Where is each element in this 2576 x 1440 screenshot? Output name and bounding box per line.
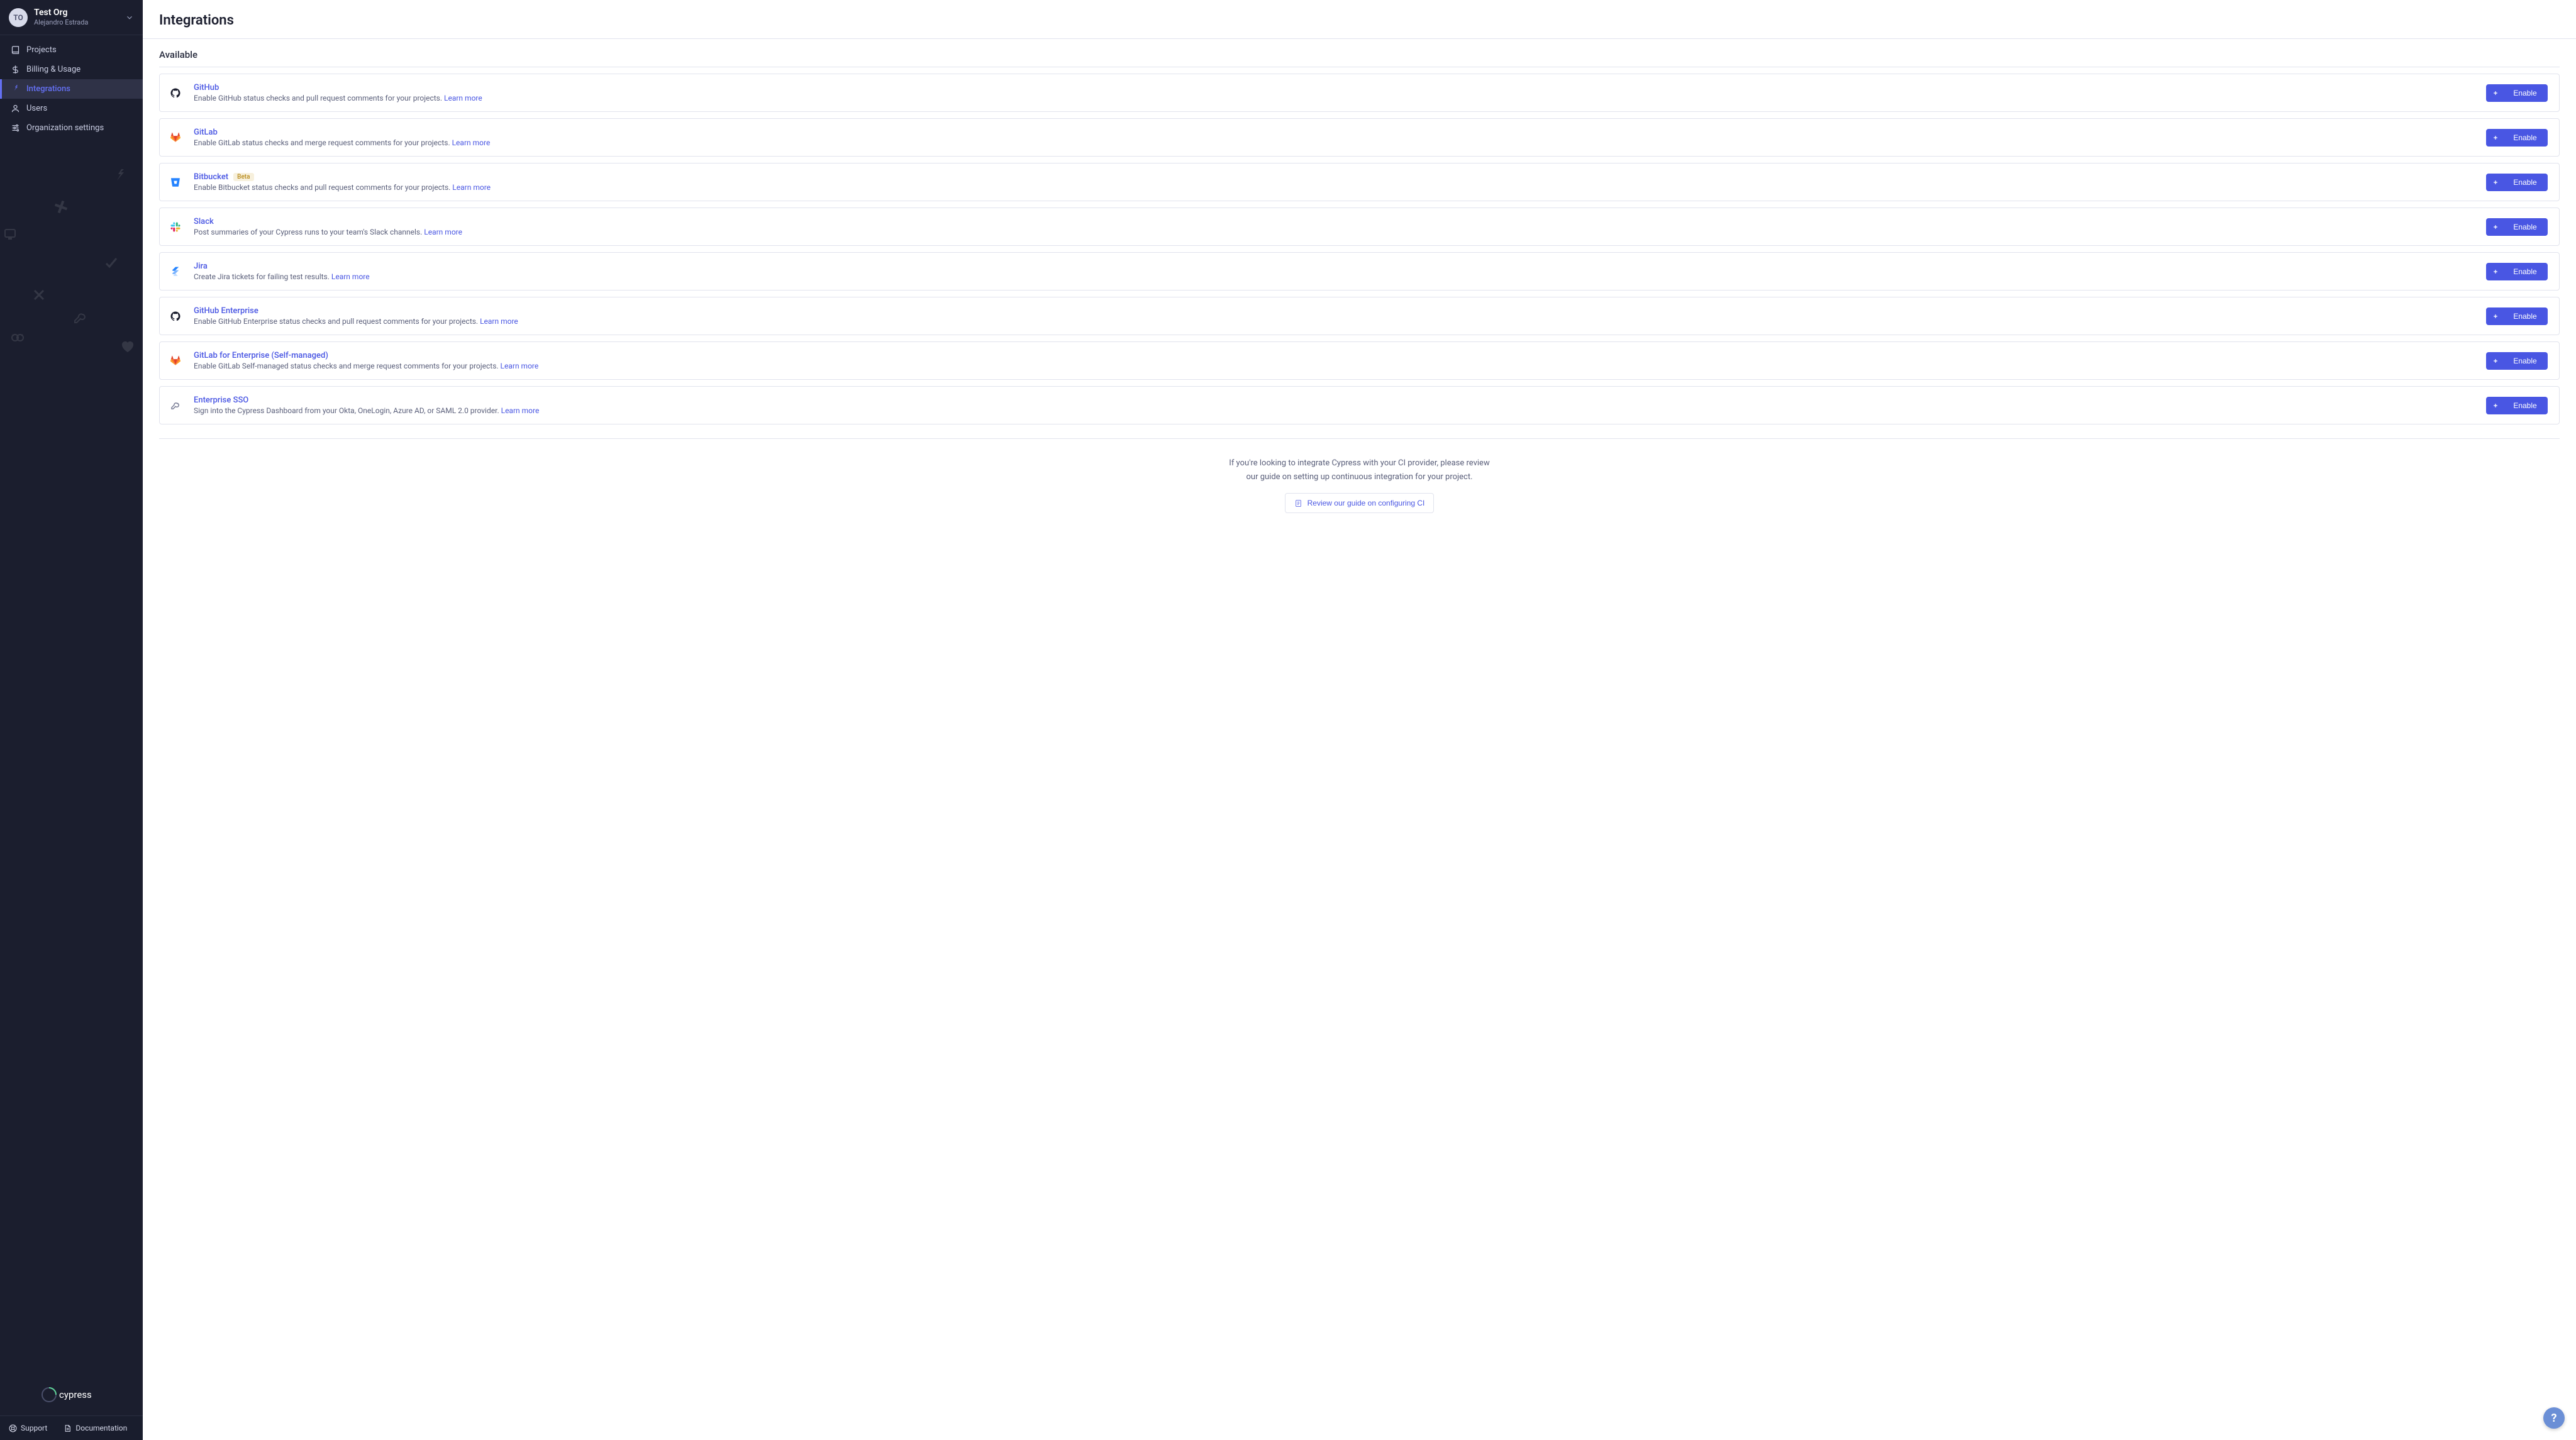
sidebar-bottom: Support Documentation <box>0 1415 143 1440</box>
guide-icon <box>1294 499 1302 507</box>
integration-title[interactable]: GitHub Enterprise <box>194 306 2486 316</box>
integration-desc: Enable GitLab Self-managed status checks… <box>194 362 2486 370</box>
sidebar-item-organization-settings[interactable]: Organization settings <box>0 118 143 138</box>
integration-card-github-enterprise: GitHub EnterpriseEnable GitHub Enterpris… <box>159 297 2560 335</box>
integration-title[interactable]: Slack <box>194 217 2486 226</box>
doc-icon <box>64 1424 72 1432</box>
learn-more-link[interactable]: Learn more <box>452 138 491 147</box>
integration-title[interactable]: GitHub <box>194 83 2486 92</box>
learn-more-link[interactable]: Learn more <box>501 406 540 415</box>
integration-title[interactable]: GitLab for Enterprise (Self-managed) <box>194 351 2486 360</box>
github-icon <box>166 307 185 326</box>
documentation-link[interactable]: Documentation <box>64 1424 127 1432</box>
org-name: Test Org <box>34 8 125 18</box>
integration-desc: Enable GitHub status checks and pull req… <box>194 94 2486 102</box>
enable-button[interactable]: Enable <box>2486 218 2548 236</box>
brand-logo: cypress <box>0 1385 143 1415</box>
sidebar-item-label: Billing & Usage <box>26 65 80 74</box>
enable-button[interactable]: Enable <box>2486 84 2548 102</box>
enable-button[interactable]: Enable <box>2486 174 2548 191</box>
user-name: Alejandro Estrada <box>34 18 125 27</box>
plus-icon <box>2492 179 2499 186</box>
integration-list: GitHub Enable GitHub status checks and pu… <box>159 67 2560 424</box>
github-icon <box>166 84 185 102</box>
integration-title[interactable]: GitLab <box>194 128 2486 137</box>
sidebar-item-billing-usage[interactable]: Billing & Usage <box>0 60 143 79</box>
page-title: Integrations <box>159 13 2560 28</box>
integration-desc: Enable GitLab status checks and merge re… <box>194 138 2486 147</box>
sidebar-item-users[interactable]: Users <box>0 99 143 118</box>
book-icon <box>11 45 20 55</box>
gitlab-icon <box>166 352 185 370</box>
learn-more-link[interactable]: Learn more <box>424 228 462 236</box>
enable-button[interactable]: Enable <box>2486 397 2548 414</box>
sidebar-item-label: Projects <box>26 45 57 55</box>
beta-badge: Beta <box>233 173 253 181</box>
sidebar-item-label: Users <box>26 104 47 113</box>
enable-button[interactable]: Enable <box>2486 129 2548 147</box>
learn-more-link[interactable]: Learn more <box>501 362 539 370</box>
gitlab-icon <box>166 128 185 147</box>
avatar: TO <box>9 8 28 27</box>
sidebar: TO Test Org Alejandro Estrada Projects Bi… <box>0 0 143 1440</box>
page-header: Integrations <box>143 0 2576 39</box>
integration-title[interactable]: Jira <box>194 262 2486 271</box>
enable-button[interactable]: Enable <box>2486 263 2548 280</box>
plus-icon <box>2492 269 2499 275</box>
plus-icon <box>2492 135 2499 141</box>
enable-button[interactable]: Enable <box>2486 307 2548 325</box>
learn-more-link[interactable]: Learn more <box>452 183 491 192</box>
sliders-icon <box>11 123 20 133</box>
user-icon <box>11 104 20 113</box>
plus-icon <box>2492 313 2499 319</box>
integration-desc: Enable Bitbucket status checks and pull … <box>194 183 2486 192</box>
integration-card-github: GitHub Enable GitHub status checks and pu… <box>159 74 2560 112</box>
support-link[interactable]: Support <box>9 1424 47 1432</box>
enable-button[interactable]: Enable <box>2486 352 2548 370</box>
plus-icon <box>2492 90 2499 96</box>
plus-icon <box>2492 402 2499 409</box>
plus-icon <box>2492 224 2499 230</box>
integration-card-sso: Enterprise SSOSign into the Cypress Dash… <box>159 386 2560 424</box>
key-icon <box>166 396 185 415</box>
org-switcher[interactable]: TO Test Org Alejandro Estrada <box>0 0 143 35</box>
plus-icon <box>2492 358 2499 364</box>
integration-card-gitlab: GitLabEnable GitLab status checks and me… <box>159 118 2560 157</box>
main-content: Integrations Available GitHubEnable GitH… <box>143 0 2576 1440</box>
ci-guide-button[interactable]: Review our guide on configuring CI <box>1285 493 1435 513</box>
sidebar-item-projects[interactable]: Projects <box>0 40 143 60</box>
integration-desc: Sign into the Cypress Dashboard from you… <box>194 406 2486 415</box>
learn-more-link[interactable]: Learn more <box>480 317 518 326</box>
integration-card-gitlab-enterprise: GitLab for Enterprise (Self-managed)Enab… <box>159 341 2560 380</box>
integration-title[interactable]: BitbucketBeta <box>194 172 2486 182</box>
integration-card-jira: JiraCreate Jira tickets for failing test… <box>159 252 2560 291</box>
learn-more-link[interactable]: Learn more <box>444 94 482 102</box>
lifebuoy-icon <box>9 1424 17 1432</box>
section-title: Available <box>159 49 2560 60</box>
sidebar-item-integrations[interactable]: Integrations <box>0 79 143 99</box>
integration-title[interactable]: Enterprise SSO <box>194 396 2486 405</box>
bitbucket-icon <box>166 173 185 192</box>
sidebar-nav: Projects Billing & Usage Integrations Users… <box>0 35 143 143</box>
slack-icon <box>166 218 185 236</box>
svg-text:cypress: cypress <box>59 1389 92 1400</box>
sidebar-item-label: Organization settings <box>26 123 104 133</box>
footer-note: If you're looking to integrate Cypress w… <box>159 438 2560 513</box>
dollar-icon <box>11 65 20 74</box>
integration-desc: Post summaries of your Cypress runs to y… <box>194 228 2486 236</box>
learn-more-link[interactable]: Learn more <box>331 272 370 281</box>
chevron-down-icon <box>125 13 134 22</box>
sidebar-item-label: Integrations <box>26 84 70 94</box>
help-fab[interactable]: ? <box>2543 1407 2565 1429</box>
integration-card-bitbucket: BitbucketBetaEnable Bitbucket status che… <box>159 163 2560 201</box>
integration-desc: Enable GitHub Enterprise status checks a… <box>194 317 2486 326</box>
integration-card-slack: Slack Post summaries of your Cypress runs… <box>159 208 2560 246</box>
jira-icon <box>166 262 185 281</box>
integration-desc: Create Jira tickets for failing test res… <box>194 272 2486 281</box>
plug-icon <box>11 84 20 94</box>
